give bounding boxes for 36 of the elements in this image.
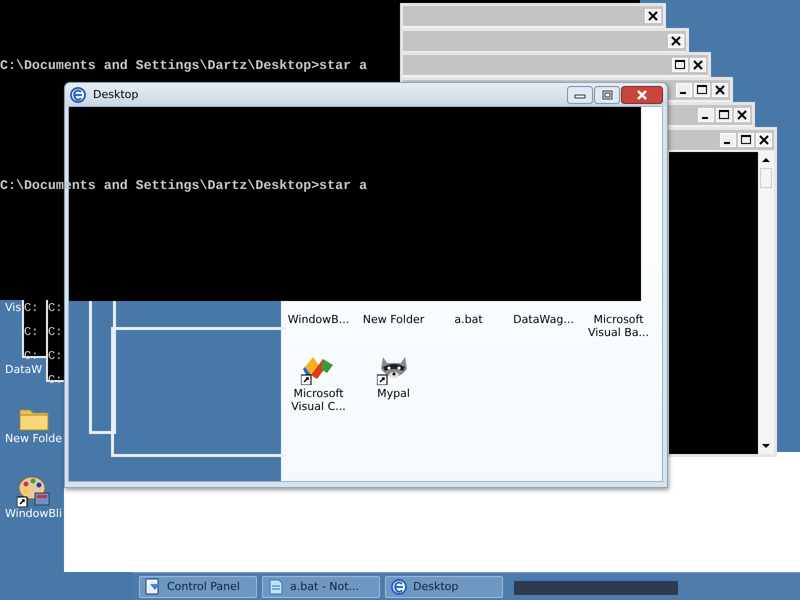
taskbar-button[interactable]: a.bat - Not...: [262, 576, 380, 598]
maximize-icon[interactable]: [672, 58, 688, 72]
prompt-text: C:: [24, 300, 40, 317]
icon-label[interactable]: New Folder: [358, 313, 430, 326]
window-title: Desktop: [93, 88, 138, 101]
prompt-text: C:: [24, 324, 40, 341]
icon-label[interactable]: DataW: [2, 362, 42, 376]
control-panel-icon: [144, 578, 162, 596]
prompt-text: C:: [48, 324, 64, 341]
icon-label[interactable]: DataWag...: [508, 313, 580, 326]
close-icon[interactable]: [621, 86, 663, 104]
palette-icon: [17, 475, 51, 507]
icon-label[interactable]: New Folde: [2, 432, 62, 445]
prompt-text: C:: [24, 348, 40, 365]
icon-label[interactable]: Vis: [2, 300, 22, 314]
scroll-thumb-icon[interactable]: [760, 168, 772, 188]
console-line: C:\Documents and Settings\Dartz\Desktop>star a: [0, 58, 368, 74]
notepad-icon: [267, 578, 285, 596]
maximize-icon[interactable]: [738, 133, 754, 147]
icon-label[interactable]: Microsoft Visual Ba...: [582, 313, 654, 339]
browser-e-icon: [390, 578, 408, 596]
maximize-icon[interactable]: [716, 108, 732, 122]
icon-label[interactable]: WindowBli: [2, 507, 62, 520]
icon-label[interactable]: WindowB...: [282, 313, 354, 326]
taskbar-button[interactable]: Desktop: [385, 576, 503, 598]
maximize-icon[interactable]: [694, 83, 710, 97]
restore-icon[interactable]: [594, 86, 620, 104]
prompt-text: C:: [48, 372, 64, 389]
icon-label[interactable]: Mypal: [358, 387, 430, 400]
taskbar-button[interactable]: Control Panel: [139, 576, 257, 598]
icon-label[interactable]: Microsoft Visual C...: [282, 387, 354, 413]
browser-e-icon: [69, 86, 87, 104]
prompt-text: C:: [48, 300, 64, 317]
minimize-icon[interactable]: [567, 86, 593, 104]
prompt-text: C:: [48, 348, 64, 365]
icon-label[interactable]: a.bat: [432, 313, 504, 326]
